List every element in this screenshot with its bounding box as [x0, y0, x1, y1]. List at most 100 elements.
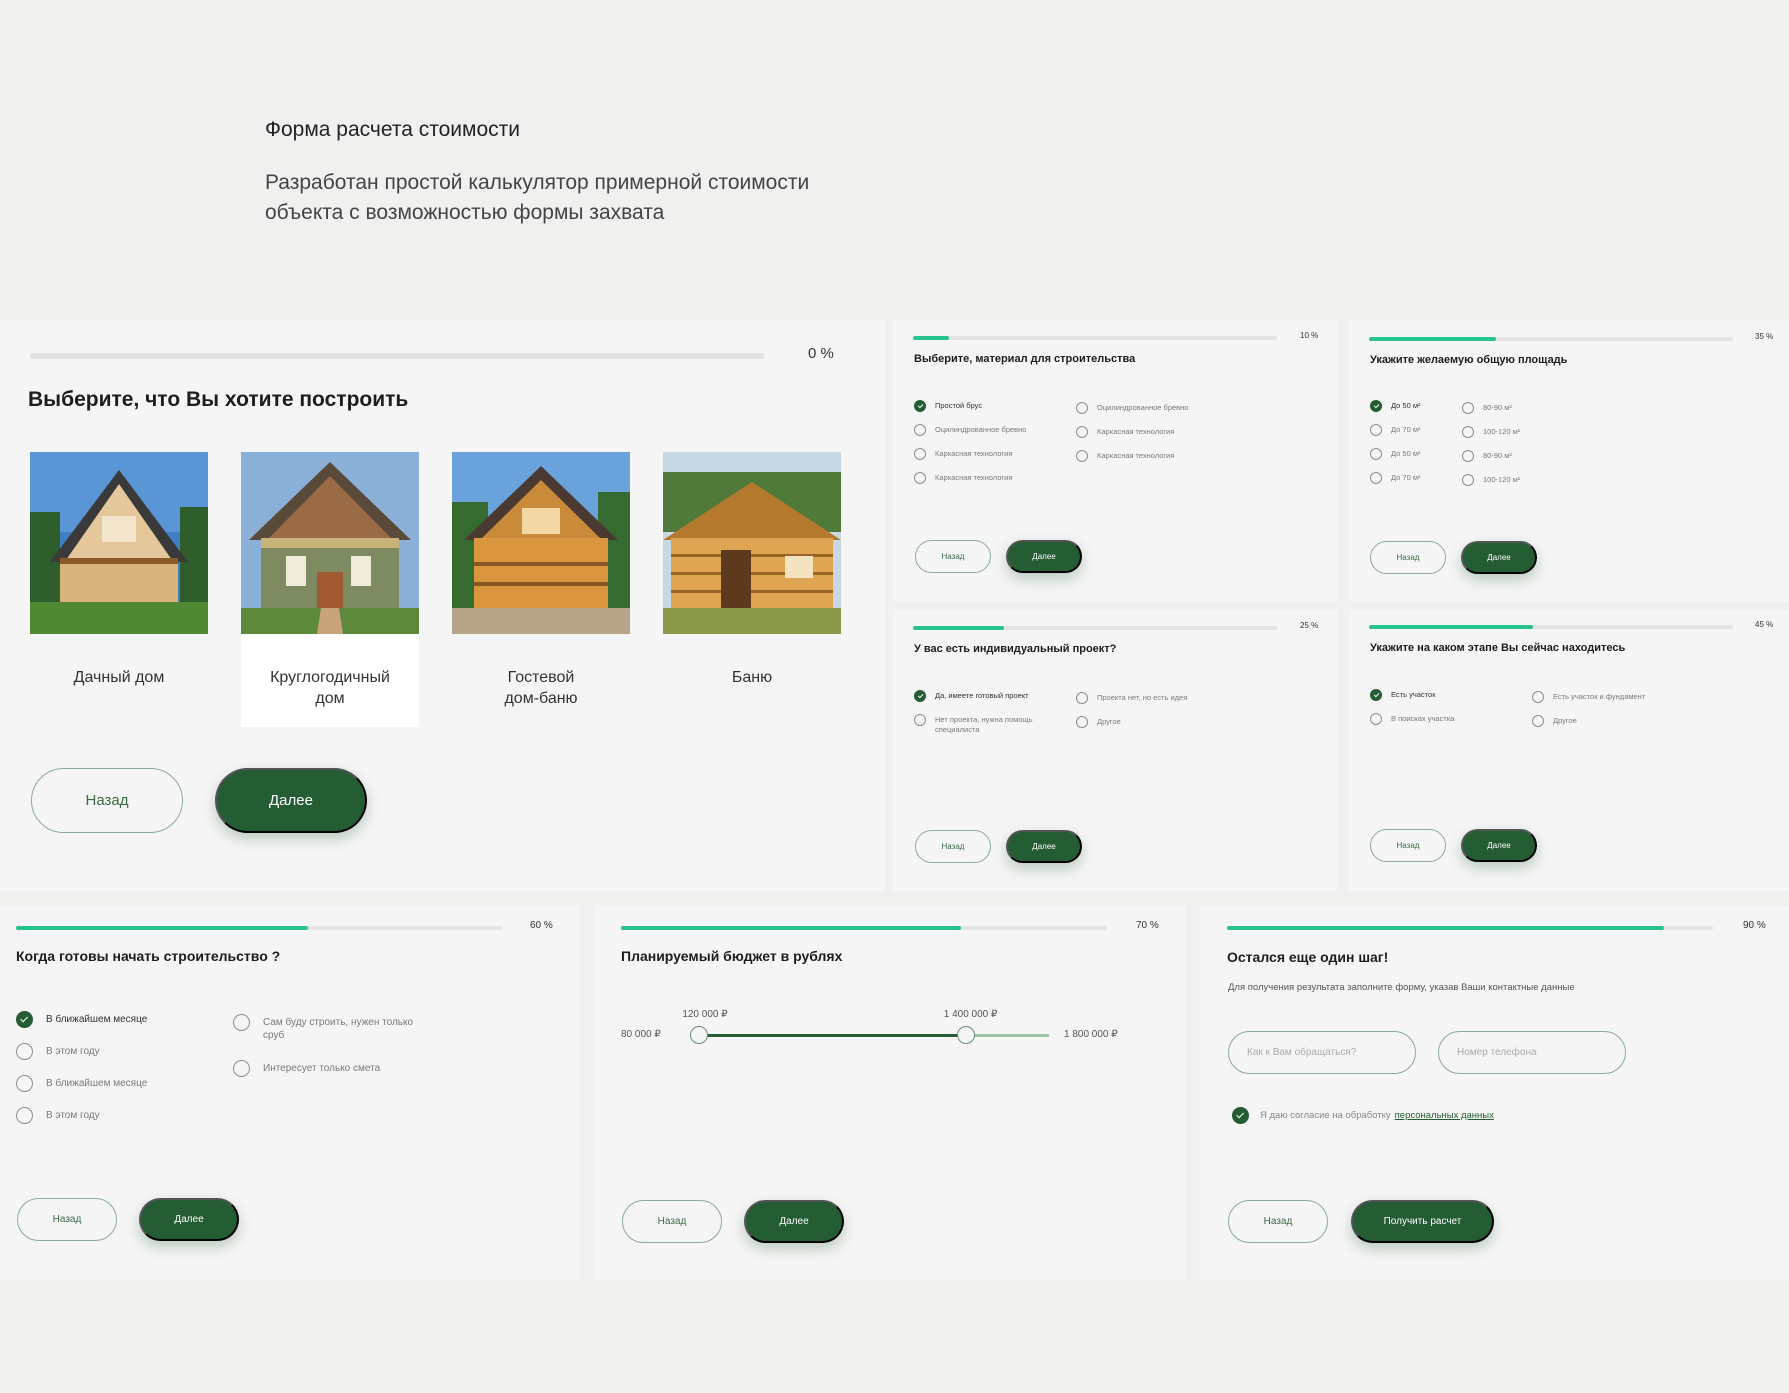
name-input[interactable] — [1228, 1031, 1416, 1074]
radio-icon[interactable] — [1370, 713, 1382, 725]
next-button[interactable]: Далее — [139, 1198, 239, 1241]
radio-icon[interactable] — [1370, 472, 1382, 484]
radio-icon[interactable] — [1076, 716, 1088, 728]
radio-icon[interactable] — [1370, 424, 1382, 436]
option-year-round[interactable]: Круглогодичный дом — [241, 452, 419, 727]
radio-option[interactable]: Каркасная технология — [1076, 426, 1174, 438]
radio-option[interactable]: В этом году — [16, 1107, 100, 1124]
radio-icon[interactable] — [1076, 450, 1088, 462]
radio-option[interactable]: Интересует только смета — [233, 1060, 423, 1077]
back-button[interactable]: Назад — [1370, 541, 1446, 574]
slider-thumb-low[interactable] — [690, 1026, 709, 1044]
radio-option[interactable]: Да, имеете готовый проект — [914, 690, 1045, 702]
radio-label: Оцилиндрованное бревно — [935, 424, 1027, 434]
question-title: Выберите, материал для строительства — [914, 353, 1136, 365]
radio-icon[interactable] — [1462, 426, 1474, 438]
radio-checked-icon[interactable] — [1370, 400, 1382, 412]
radio-option[interactable]: Оцилиндрованное бревно — [1076, 402, 1188, 414]
radio-icon[interactable] — [914, 472, 926, 484]
radio-option[interactable]: Есть участок — [1370, 689, 1435, 701]
radio-label: Да, имеете готовый проект — [935, 690, 1029, 700]
back-button[interactable]: Назад — [1370, 829, 1446, 862]
radio-label: Нет проекта, нужна помощь специалиста — [935, 714, 1033, 735]
consent-checkbox-row[interactable]: Я даю согласие на обработку персональных… — [1232, 1107, 1494, 1124]
radio-option[interactable]: 100-120 м² — [1462, 474, 1520, 486]
radio-option[interactable]: В ближайшем месяце — [16, 1075, 147, 1092]
radio-option[interactable]: В этом году — [16, 1043, 100, 1060]
back-button[interactable]: Назад — [915, 540, 991, 573]
radio-icon[interactable] — [1532, 691, 1544, 703]
radio-option[interactable]: Другое — [1532, 715, 1577, 727]
radio-checked-icon[interactable] — [914, 690, 926, 702]
next-button[interactable]: Далее — [215, 768, 367, 833]
next-button[interactable]: Далее — [1006, 540, 1082, 573]
radio-icon[interactable] — [16, 1043, 33, 1060]
radio-checked-icon[interactable] — [1370, 689, 1382, 701]
radio-icon[interactable] — [1462, 402, 1474, 414]
option-guest-house[interactable]: Гостевой дом-баню — [452, 452, 630, 709]
radio-option[interactable]: Каркасная технология — [914, 472, 1012, 484]
radio-label: В ближайшем месяце — [46, 1013, 148, 1025]
phone-input[interactable] — [1438, 1031, 1626, 1074]
radio-option[interactable]: До 50 м² — [1370, 400, 1421, 412]
back-button[interactable]: Назад — [622, 1200, 722, 1243]
question-title: Остался еще один шаг! — [1227, 949, 1389, 965]
radio-option[interactable]: Другое — [1076, 716, 1121, 728]
radio-icon[interactable] — [1462, 474, 1474, 486]
back-button[interactable]: Назад — [31, 768, 183, 833]
radio-option[interactable]: Есть участок и фундамент — [1532, 691, 1645, 703]
next-button[interactable]: Далее — [1461, 541, 1537, 574]
back-button[interactable]: Назад — [17, 1198, 117, 1241]
radio-label: В этом году — [46, 1109, 100, 1121]
radio-option[interactable]: Простой брус — [914, 400, 982, 412]
radio-option[interactable]: До 50 м² — [1370, 448, 1421, 460]
radio-option[interactable]: Оцилиндрованное бревно — [914, 424, 1026, 436]
question-title: Укажите желаемую общую площадь — [1370, 354, 1568, 366]
radio-option[interactable]: Каркасная технология — [1076, 450, 1174, 462]
radio-icon[interactable] — [16, 1075, 33, 1092]
radio-icon[interactable] — [914, 448, 926, 460]
radio-checked-icon[interactable] — [914, 400, 926, 412]
radio-label: Другое — [1097, 716, 1121, 726]
next-button[interactable]: Далее — [1461, 829, 1537, 862]
progress-percent: 90 % — [1743, 920, 1766, 931]
back-button[interactable]: Назад — [915, 830, 991, 863]
radio-icon[interactable] — [1076, 402, 1088, 414]
radio-icon[interactable] — [16, 1107, 33, 1124]
progress-bar — [16, 926, 502, 930]
get-quote-button[interactable]: Получить расчет — [1351, 1200, 1494, 1243]
back-button[interactable]: Назад — [1228, 1200, 1328, 1243]
radio-option[interactable]: Нет проекта, нужна помощь специалиста — [914, 714, 1045, 735]
radio-option[interactable]: Проекта нет, но есть идея — [1076, 692, 1187, 704]
step2-card: 10 % Выберите, материал для строительств… — [893, 320, 1338, 602]
next-button[interactable]: Далее — [744, 1200, 844, 1243]
radio-icon[interactable] — [233, 1060, 250, 1077]
radio-icon[interactable] — [1370, 448, 1382, 460]
radio-option[interactable]: Сам буду строить, нужен только сруб — [233, 1014, 423, 1043]
radio-label: Каркасная технология — [1097, 450, 1175, 460]
radio-option[interactable]: В поисках участка — [1370, 713, 1454, 725]
consent-link[interactable]: персональных данных — [1395, 1110, 1494, 1121]
radio-icon[interactable] — [914, 714, 926, 726]
consent-check-icon[interactable] — [1232, 1107, 1249, 1124]
radio-option[interactable]: До 70 м² — [1370, 424, 1421, 436]
next-button[interactable]: Далее — [1006, 830, 1082, 863]
slider-thumb-high[interactable] — [956, 1026, 975, 1044]
radio-icon[interactable] — [233, 1014, 250, 1031]
slider-min-label: 80 000 ₽ — [621, 1029, 661, 1040]
radio-icon[interactable] — [914, 424, 926, 436]
radio-option[interactable]: 80-90 м² — [1462, 402, 1512, 414]
radio-option[interactable]: 80-90 м² — [1462, 450, 1512, 462]
radio-icon[interactable] — [1532, 715, 1544, 727]
option-bath[interactable]: Баню — [663, 452, 841, 688]
radio-option[interactable]: До 70 м² — [1370, 472, 1421, 484]
option-dacha[interactable]: Дачный дом — [30, 452, 208, 688]
radio-option[interactable]: 100-120 м² — [1462, 426, 1520, 438]
radio-icon[interactable] — [1076, 426, 1088, 438]
radio-option[interactable]: Каркасная технология — [914, 448, 1012, 460]
radio-icon[interactable] — [1462, 450, 1474, 462]
progress-bar — [1227, 926, 1713, 930]
radio-icon[interactable] — [1076, 692, 1088, 704]
radio-option[interactable]: В ближайшем месяце — [16, 1011, 147, 1028]
radio-checked-icon[interactable] — [16, 1011, 33, 1028]
